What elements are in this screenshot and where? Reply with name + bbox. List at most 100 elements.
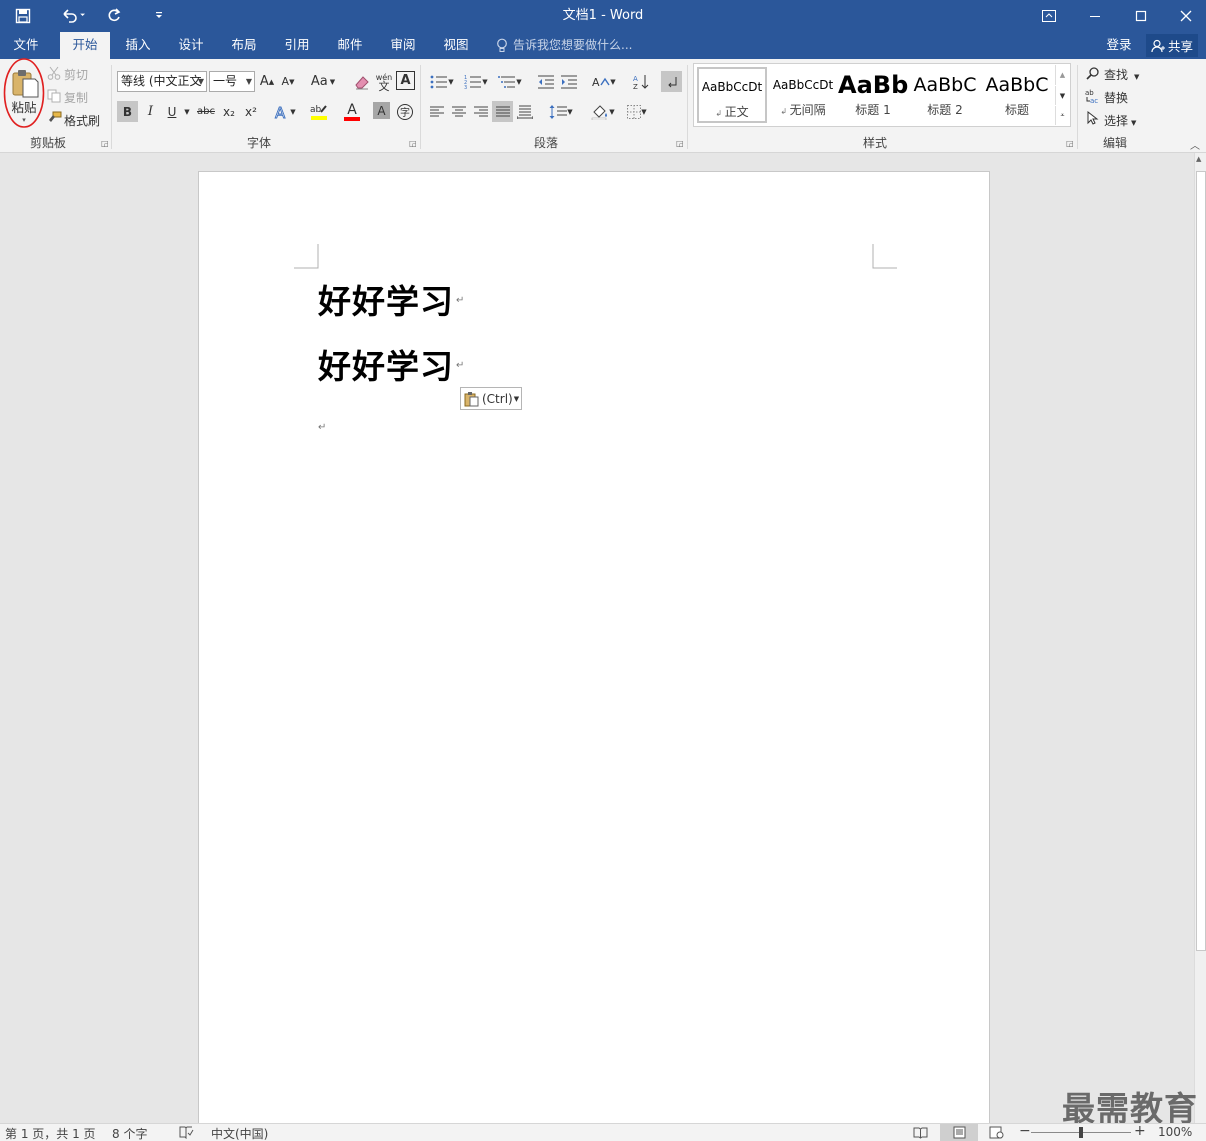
zoom-in-icon[interactable]: + (1134, 1123, 1146, 1139)
tab-view[interactable]: 视图 (432, 32, 480, 59)
bold-button[interactable]: B (117, 101, 138, 122)
word-count[interactable]: 8 个字 (112, 1125, 147, 1141)
find-button[interactable]: 查找 ▼ (1104, 66, 1139, 83)
style-title[interactable]: AaBbC 标题 (982, 67, 1052, 123)
styles-scroll-up-icon[interactable]: ▲ (1055, 65, 1069, 85)
zoom-slider-thumb[interactable] (1079, 1127, 1083, 1138)
vertical-scrollbar[interactable]: ▲ (1194, 153, 1206, 1123)
ribbon-display-options-icon[interactable] (1026, 0, 1072, 32)
shrink-font-button[interactable]: A ▼ (279, 71, 297, 92)
borders-button[interactable]: ▼ (621, 101, 653, 122)
svg-text:Z: Z (633, 83, 638, 90)
style-heading-1[interactable]: AaBb 标题 1 (838, 67, 908, 123)
tab-review[interactable]: 审阅 (379, 32, 427, 59)
select-button[interactable]: 选择 ▼ (1104, 112, 1136, 129)
share-button[interactable]: 共享 (1146, 34, 1198, 57)
tab-insert[interactable]: 插入 (114, 32, 162, 59)
underline-dropdown-icon[interactable]: ▼ (182, 101, 192, 122)
character-shading-button[interactable]: A (373, 102, 390, 119)
clear-formatting-button[interactable] (351, 71, 373, 92)
cut-button[interactable]: 剪切 (64, 66, 88, 83)
align-center-button[interactable] (448, 101, 469, 122)
change-case-icon: Aa (310, 74, 328, 89)
italic-button[interactable]: I (141, 101, 160, 122)
styles-scroll-down-icon[interactable]: ▼ (1055, 86, 1069, 105)
shading-button[interactable]: ▼ (587, 101, 619, 122)
subscript-button[interactable]: x₂ (219, 101, 239, 122)
chinese-layout-icon: A (592, 76, 610, 89)
sort-button[interactable]: AZ (630, 71, 651, 92)
font-name-value: 等线 (中文正文 (121, 74, 202, 88)
strikethrough-button[interactable]: abc (195, 101, 217, 122)
web-layout-icon[interactable] (989, 1126, 1004, 1141)
document-page[interactable]: 好好学习 ↵ 好好学习 ↵ (Ctrl) ▼ ↵ (198, 171, 990, 1131)
justify-button[interactable] (492, 101, 513, 122)
character-border-button[interactable]: A (396, 71, 415, 90)
show-marks-button[interactable] (661, 71, 682, 92)
scroll-up-icon[interactable]: ▲ (1196, 155, 1201, 163)
align-left-icon (429, 106, 444, 116)
tell-me-input[interactable]: 告诉我您想要做什么... (513, 32, 632, 59)
chinese-layout-button[interactable]: A ▼ (588, 71, 620, 92)
styles-launcher-icon[interactable]: ◲ (1066, 139, 1074, 148)
tab-mailings[interactable]: 邮件 (326, 32, 374, 59)
align-right-button[interactable] (470, 101, 491, 122)
sort-icon: AZ (633, 74, 648, 90)
format-painter-button[interactable]: 格式刷 (64, 112, 100, 129)
increase-indent-button[interactable] (558, 71, 579, 92)
align-left-button[interactable] (426, 101, 447, 122)
document-line-1[interactable]: 好好学习 (318, 275, 454, 323)
zoom-level[interactable]: 100% (1158, 1125, 1192, 1139)
highlight-button[interactable]: ab (303, 101, 335, 122)
text-effects-button[interactable]: A ▼ (271, 101, 299, 122)
close-icon[interactable] (1163, 0, 1206, 32)
style-no-spacing[interactable]: AaBbCcDt ↲ 无间隔 (768, 67, 838, 123)
line-spacing-button[interactable]: ▼ (545, 101, 577, 122)
font-launcher-icon[interactable]: ◲ (409, 139, 417, 148)
bullets-button[interactable]: ▼ (426, 71, 458, 92)
collapse-ribbon-icon[interactable]: ︿ (1188, 137, 1202, 152)
language-indicator[interactable]: 中文(中国) (211, 1125, 268, 1141)
styles-more-icon[interactable]: ⩡ (1055, 106, 1069, 125)
minimize-icon[interactable] (1072, 0, 1118, 32)
zoom-out-icon[interactable]: − (1019, 1123, 1031, 1139)
svg-text:ab: ab (1085, 89, 1094, 97)
font-name-combo[interactable]: 等线 (中文正文 ▼ (117, 71, 207, 92)
font-color-button[interactable]: A (336, 101, 368, 122)
replace-button[interactable]: 替换 (1104, 89, 1128, 106)
paragraph-launcher-icon[interactable]: ◲ (676, 139, 684, 148)
decrease-indent-button[interactable] (535, 71, 556, 92)
increase-indent-icon (560, 75, 577, 88)
clipboard-launcher-icon[interactable]: ◲ (101, 139, 109, 148)
paragraph-group-label: 段落 (533, 136, 558, 150)
svg-text:A: A (633, 75, 638, 83)
change-case-button[interactable]: Aa ▼ (307, 71, 339, 92)
maximize-icon[interactable] (1118, 0, 1164, 32)
print-layout-icon[interactable] (940, 1124, 978, 1141)
multilevel-list-button[interactable]: ▼ (494, 71, 526, 92)
read-mode-icon[interactable] (913, 1126, 928, 1141)
distributed-button[interactable] (514, 101, 535, 122)
superscript-button[interactable]: x² (241, 101, 261, 122)
paragraph-mark-icon (667, 76, 676, 87)
font-size-combo[interactable]: 一号 ▼ (209, 71, 255, 92)
copy-button[interactable]: 复制 (64, 89, 88, 106)
tab-references[interactable]: 引用 (273, 32, 321, 59)
proofing-icon[interactable] (179, 1126, 194, 1141)
document-line-2[interactable]: 好好学习 (318, 340, 454, 388)
numbering-button[interactable]: 1 2 3 ▼ (460, 71, 492, 92)
enclose-characters-button[interactable]: 字 (395, 101, 415, 122)
page-count[interactable]: 第 1 页，共 1 页 (5, 1125, 96, 1141)
sign-in-link[interactable]: 登录 (1100, 32, 1138, 59)
style-normal[interactable]: AaBbCcDt ↲ 正文 (697, 67, 767, 123)
tab-file[interactable]: 文件 (0, 32, 52, 59)
tab-layout[interactable]: 布局 (220, 32, 268, 59)
tab-design[interactable]: 设计 (167, 32, 215, 59)
tab-home[interactable]: 开始 (60, 32, 110, 59)
underline-button[interactable]: U (162, 101, 182, 122)
style-heading-2[interactable]: AaBbC 标题 2 (910, 67, 980, 123)
paste-options-button[interactable]: (Ctrl) ▼ (460, 387, 522, 410)
phonetic-guide-button[interactable]: wén 文 (374, 70, 394, 93)
scrollbar-thumb[interactable] (1196, 171, 1206, 951)
grow-font-button[interactable]: A ▲ (258, 71, 276, 92)
